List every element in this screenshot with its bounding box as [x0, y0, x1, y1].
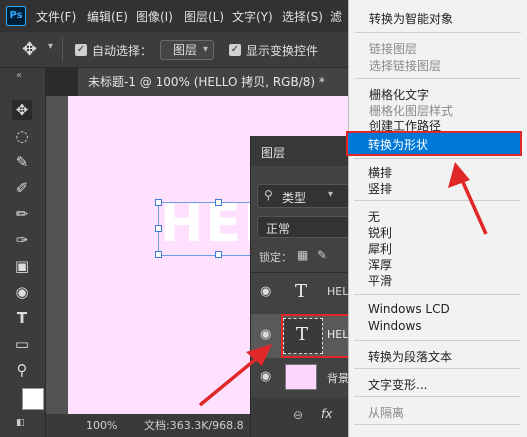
menu-filter[interactable]: 滤: [330, 8, 342, 25]
lock-position-icon[interactable]: ✎: [317, 248, 327, 262]
annotation-highlight-box: [281, 314, 351, 358]
chevron-down-icon: ▾: [328, 189, 334, 200]
show-transform-label: 显示变换控件: [246, 44, 319, 58]
zoom-icon[interactable]: ⚲: [12, 360, 32, 380]
document-info: 文档:363.3K/968.8: [144, 419, 244, 432]
lock-pixels-icon[interactable]: ▦: [297, 248, 308, 262]
menu-item-aa-none[interactable]: 无: [368, 208, 380, 225]
dodge-icon[interactable]: ◉: [12, 282, 32, 302]
filter-type-label: 类型: [282, 191, 307, 205]
chevron-down-icon[interactable]: ▾: [48, 41, 53, 52]
menu-item-warp-text[interactable]: 文字变形...: [368, 376, 427, 393]
layers-panel: 图层 ⚲ 类型 ▾ 正常 锁定： ▦ ✎ ◉ T HEL ◉ T HEL ◉ 背…: [250, 136, 351, 437]
transform-handle[interactable]: [215, 199, 222, 206]
lock-label: 锁定：: [259, 251, 292, 264]
menu-layer[interactable]: 图层(L): [184, 8, 224, 25]
layer-row[interactable]: ◉ 背景: [251, 358, 351, 398]
chevron-down-icon: ▾: [202, 44, 208, 55]
lock-row: 锁定： ▦ ✎: [251, 246, 351, 268]
divider: [62, 38, 63, 62]
link-icon[interactable]: ⊖: [293, 408, 303, 422]
eyedropper-icon[interactable]: ✎: [12, 152, 32, 172]
text-layer-icon: T: [295, 281, 308, 302]
type-tool-icon[interactable]: T: [12, 308, 32, 328]
spot-heal-icon[interactable]: ✐: [12, 178, 32, 198]
fx-button[interactable]: fx: [321, 407, 332, 421]
gradient-icon[interactable]: ▣: [12, 256, 32, 276]
menu-item-rasterize-type[interactable]: 栅格化文字: [369, 86, 429, 103]
zoom-level[interactable]: 100%: [86, 414, 117, 437]
rectangle-icon[interactable]: ▭: [12, 334, 32, 354]
blend-mode-box[interactable]: 正常: [257, 216, 351, 238]
menu-separator: [354, 396, 520, 397]
layer-name: 背景: [327, 372, 349, 385]
menu-item-label: 转换为形状: [368, 138, 429, 152]
menu-select[interactable]: 选择(S): [282, 8, 323, 25]
document-tab[interactable]: 未标题-1 @ 100% (HELLO 拷贝, RGB/8) *: [78, 68, 348, 96]
layer-name: HEL: [327, 285, 349, 298]
layers-panel-title[interactable]: 图层: [261, 144, 285, 161]
layers-panel-header: 图层: [251, 136, 351, 166]
menu-separator: [354, 368, 520, 369]
tools-panel: « ✥ ⬚ ◌ ⬔ ✎ ⊠ ✐ ⚙ ✏ ⊥ ✑ ◇ ▣ ● ◉ ✒ T ➤ ▭ …: [0, 68, 64, 437]
photoshop-logo: Ps: [6, 6, 26, 26]
menu-separator: [354, 424, 520, 425]
history-brush-icon[interactable]: ✑: [12, 230, 32, 250]
eye-icon[interactable]: ◉: [260, 369, 271, 384]
menu-item-aa-smooth[interactable]: 平滑: [368, 272, 392, 289]
menu-item-release-isolation: 从隔离: [368, 406, 405, 420]
context-menu-lower: 横排 竖排 无 锐利 犀利 浑厚 平滑 Windows LCD Windows …: [348, 156, 527, 437]
transform-handle[interactable]: [155, 251, 162, 258]
menu-item-select-linked: 选择链接图层: [369, 59, 442, 73]
foreground-color-swatch[interactable]: [22, 388, 44, 410]
auto-select-dropdown[interactable]: 图层 ▾: [160, 40, 214, 60]
layer-filter[interactable]: ⚲ 类型 ▾: [251, 184, 351, 210]
menu-item-aa-sharp[interactable]: 锐利: [368, 224, 392, 241]
document-tab-title: 未标题-1 @ 100% (HELLO 拷贝, RGB/8) *: [88, 75, 325, 89]
menu-item-convert-paragraph[interactable]: 转换为段落文本: [368, 348, 452, 365]
background-thumbnail: [285, 364, 317, 390]
menu-image[interactable]: 图像(I): [136, 8, 173, 25]
foreground-color-fill: [23, 389, 43, 409]
transform-handle[interactable]: [215, 251, 222, 258]
menu-item-horizontal[interactable]: 横排: [368, 164, 392, 181]
menu-item-windows-lcd[interactable]: Windows LCD: [368, 302, 450, 316]
brush-icon[interactable]: ✏: [12, 204, 32, 224]
menu-item-link-layers: 链接图层: [369, 42, 418, 56]
transform-handle[interactable]: [155, 199, 162, 206]
menu-separator: [354, 340, 520, 341]
menu-separator: [355, 78, 521, 79]
transform-handle[interactable]: [155, 225, 162, 232]
auto-select-checkbox[interactable]: ✓: [75, 44, 87, 56]
menu-item-aa-crisp[interactable]: 犀利: [368, 240, 392, 257]
search-icon: ⚲: [264, 188, 273, 202]
blend-mode-select[interactable]: 正常: [251, 216, 351, 240]
eye-icon[interactable]: ◉: [260, 327, 271, 342]
menu-item-vertical[interactable]: 竖排: [368, 180, 392, 197]
auto-select-value: 图层: [173, 43, 198, 57]
move-tool-icon[interactable]: ✥: [22, 39, 37, 60]
menu-separator: [355, 32, 521, 33]
menu-edit[interactable]: 编辑(E): [87, 8, 128, 25]
menu-item-aa-strong[interactable]: 浑厚: [368, 256, 392, 273]
menu-type[interactable]: 文字(Y): [232, 8, 273, 25]
menu-file[interactable]: 文件(F): [36, 8, 76, 25]
show-transform-checkbox[interactable]: ✓: [229, 44, 241, 56]
eye-icon[interactable]: ◉: [260, 284, 271, 299]
menu-item-convert-smart-object[interactable]: 转换为智能对象: [369, 10, 453, 27]
lasso-tool-icon[interactable]: ◌: [12, 126, 32, 146]
auto-select-label: 自动选择：: [92, 44, 153, 58]
menu-item-convert-to-shape[interactable]: 转换为形状: [346, 131, 522, 156]
move-tool-icon[interactable]: ✥: [12, 100, 32, 120]
menu-separator: [354, 294, 520, 295]
layer-row[interactable]: ◉ T HEL: [251, 273, 351, 313]
menu-separator: [354, 200, 520, 201]
menu-separator: [354, 158, 520, 159]
blend-mode-value: 正常: [266, 222, 291, 236]
menu-item-windows[interactable]: Windows: [368, 319, 422, 333]
filter-box[interactable]: ⚲ 类型 ▾: [257, 184, 351, 208]
layers-panel-footer: ⊖ fx: [251, 398, 351, 437]
reset-colors-icon[interactable]: ◧: [16, 418, 25, 428]
collapse-icon[interactable]: «: [16, 70, 22, 81]
